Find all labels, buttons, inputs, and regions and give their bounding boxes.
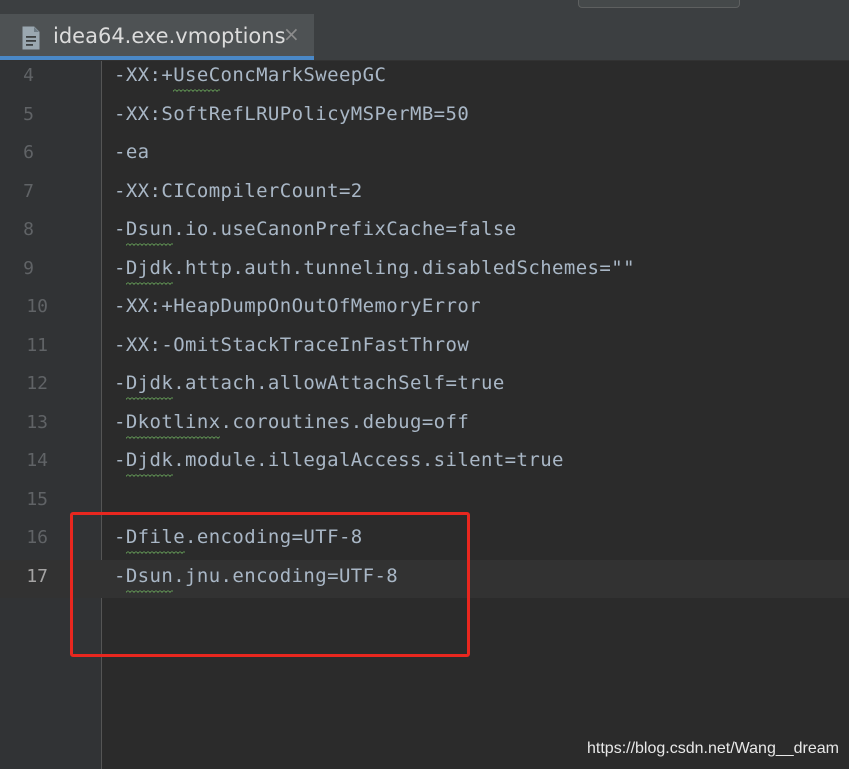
line-number: 7 (23, 180, 34, 202)
code-text: -XX:+UseConcMarkSweepGC (114, 64, 387, 86)
line-number: 13 (26, 411, 48, 433)
code-line[interactable]: 7 -XX:CICompilerCount=2 (0, 175, 849, 213)
code-line[interactable]: 14 -Djdk.module.illegalAccess.silent=true (0, 444, 849, 482)
line-number: 4 (23, 65, 34, 86)
code-line[interactable]: 5 -XX:SoftRefLRUPolicyMSPerMB=50 (0, 98, 849, 136)
code-text: -XX:SoftRefLRUPolicyMSPerMB=50 (114, 102, 470, 125)
watermark: https://blog.csdn.net/Wang__dream (587, 740, 839, 757)
code-text: -ea (114, 141, 150, 163)
code-line[interactable]: 13 -Dkotlinx.coroutines.debug=off (0, 406, 849, 444)
spelling-squiggle (173, 88, 221, 92)
line-number: 16 (26, 527, 48, 548)
code-text: -Dsun.io.useCanonPrefixCache=false (114, 218, 517, 240)
code-line[interactable]: 9 -Djdk.http.auth.tunneling.disabledSchem… (0, 252, 849, 290)
line-number: 5 (23, 103, 34, 125)
code-text: -Djdk.module.illegalAccess.silent=true (114, 449, 564, 471)
editor-tab-bar: idea64.exe.vmoptions × (0, 14, 849, 61)
tab-idea64-vmoptions[interactable]: idea64.exe.vmoptions × (0, 14, 314, 60)
spelling-squiggle (125, 434, 221, 439)
line-number: 8 (23, 219, 34, 240)
spelling-squiggle (125, 242, 174, 246)
code-text: -XX:-OmitStackTraceInFastThrow (114, 333, 470, 356)
code-line[interactable]: 4 -XX:+UseConcMarkSweepGC (0, 59, 849, 97)
code-text: -XX:CICompilerCount=2 (114, 179, 363, 202)
line-number: 6 (23, 142, 34, 163)
code-line[interactable]: 6 -ea (0, 136, 849, 174)
code-line[interactable]: 8 -Dsun.io.useCanonPrefixCache=false (0, 213, 849, 251)
code-line[interactable]: 10 -XX:+HeapDumpOnOutOfMemoryError (0, 290, 849, 328)
code-line[interactable]: 12 -Djdk.attach.allowAttachSelf=true (0, 367, 849, 405)
line-number: 12 (26, 373, 48, 394)
text-file-icon (22, 26, 40, 50)
line-number: 10 (26, 296, 48, 317)
code-text: -Dkotlinx.coroutines.debug=off (114, 410, 470, 433)
spelling-squiggle (125, 473, 174, 477)
line-number: 17 (26, 565, 48, 587)
toolbar-widget[interactable] (578, 0, 740, 8)
line-number: 15 (26, 488, 48, 510)
line-number: 11 (26, 334, 48, 356)
spelling-squiggle (125, 396, 174, 400)
line-number: 14 (26, 450, 48, 471)
code-text: -Djdk.attach.allowAttachSelf=true (114, 372, 505, 394)
top-toolbar (0, 0, 849, 14)
code-text: -Djdk.http.auth.tunneling.disabledScheme… (114, 256, 635, 279)
close-icon[interactable]: × (283, 22, 300, 46)
code-text: -XX:+HeapDumpOnOutOfMemoryError (114, 295, 482, 317)
spelling-squiggle (125, 280, 174, 285)
line-number: 9 (23, 257, 34, 279)
tab-title: idea64.exe.vmoptions (53, 24, 286, 48)
highlight-box (70, 512, 470, 657)
code-line[interactable]: 11 -XX:-OmitStackTraceInFastThrow (0, 329, 849, 367)
